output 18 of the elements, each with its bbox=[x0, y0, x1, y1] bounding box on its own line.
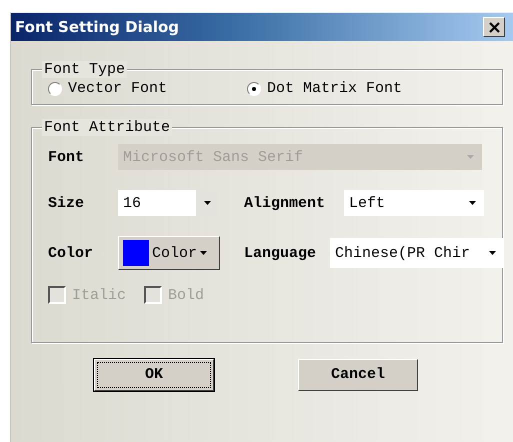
dialog-button[interactable]: OK bbox=[94, 359, 214, 391]
checkbox-label: Italic bbox=[72, 286, 126, 304]
field-label: Language bbox=[244, 244, 318, 262]
radio-label: Vector Font bbox=[68, 80, 168, 97]
field-label: Font bbox=[48, 148, 86, 166]
size-dropdown[interactable]: 16 bbox=[118, 190, 218, 216]
field-label: Color bbox=[48, 244, 94, 262]
group-label: Font Type bbox=[42, 61, 128, 78]
window-title: Font Setting Dialog bbox=[15, 18, 180, 36]
dialog-button[interactable]: Cancel bbox=[298, 359, 418, 391]
field-label: Alignment bbox=[244, 194, 326, 212]
alignment-dropdown[interactable]: Left bbox=[344, 190, 484, 216]
radio-option[interactable]: Vector Font bbox=[48, 80, 168, 97]
language-dropdown[interactable]: Chinese(PR Chir bbox=[330, 238, 504, 268]
group-label: Font Attribute bbox=[42, 119, 172, 136]
color-button[interactable]: Color bbox=[118, 236, 220, 270]
field-label: Size bbox=[48, 194, 86, 212]
checkbox-label: Bold bbox=[168, 286, 204, 304]
